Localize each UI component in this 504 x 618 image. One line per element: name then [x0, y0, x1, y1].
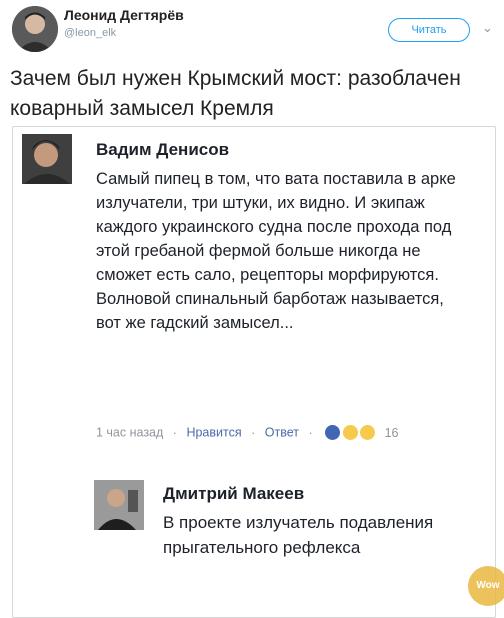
comment-meta-bar: 1 час назад · Нравится · Ответ · 16 [96, 424, 398, 442]
follow-button[interactable]: Читать [388, 18, 470, 42]
separator-dot: · [251, 425, 256, 440]
reply-avatar[interactable] [94, 480, 144, 530]
reply-link[interactable]: Ответ [265, 426, 299, 440]
comment-time[interactable]: 1 час назад [96, 426, 163, 440]
haha-icon [341, 424, 359, 441]
reactions-group[interactable] [324, 424, 377, 441]
author-name[interactable]: Леонид Дегтярёв [64, 7, 184, 23]
tweet-header: Леонид Дегтярёв @leon_elk Читать ⌄ [0, 0, 504, 56]
like-icon [324, 424, 342, 441]
like-link[interactable]: Нравится [186, 426, 241, 440]
chevron-down-icon[interactable]: ⌄ [482, 20, 493, 36]
author-avatar[interactable] [12, 6, 58, 52]
comment-avatar[interactable] [22, 134, 72, 184]
wow-icon [359, 424, 377, 441]
watermark-logo-icon: Wow [468, 566, 504, 606]
separator-dot: · [308, 425, 313, 440]
reaction-count[interactable]: 16 [385, 426, 399, 440]
comment-author-name[interactable]: Вадим Денисов [96, 140, 229, 160]
reply-author-name[interactable]: Дмитрий Макеев [163, 484, 304, 504]
reply-text: В проекте излучатель подавления прыгател… [163, 513, 434, 557]
separator-dot: · [172, 425, 177, 440]
author-handle[interactable]: @leon_elk [64, 27, 116, 39]
comment-text: Самый пипец в том, что вата поставила в … [96, 170, 456, 332]
tweet-text: Зачем был нужен Крымский мост: разоблаче… [10, 67, 461, 120]
